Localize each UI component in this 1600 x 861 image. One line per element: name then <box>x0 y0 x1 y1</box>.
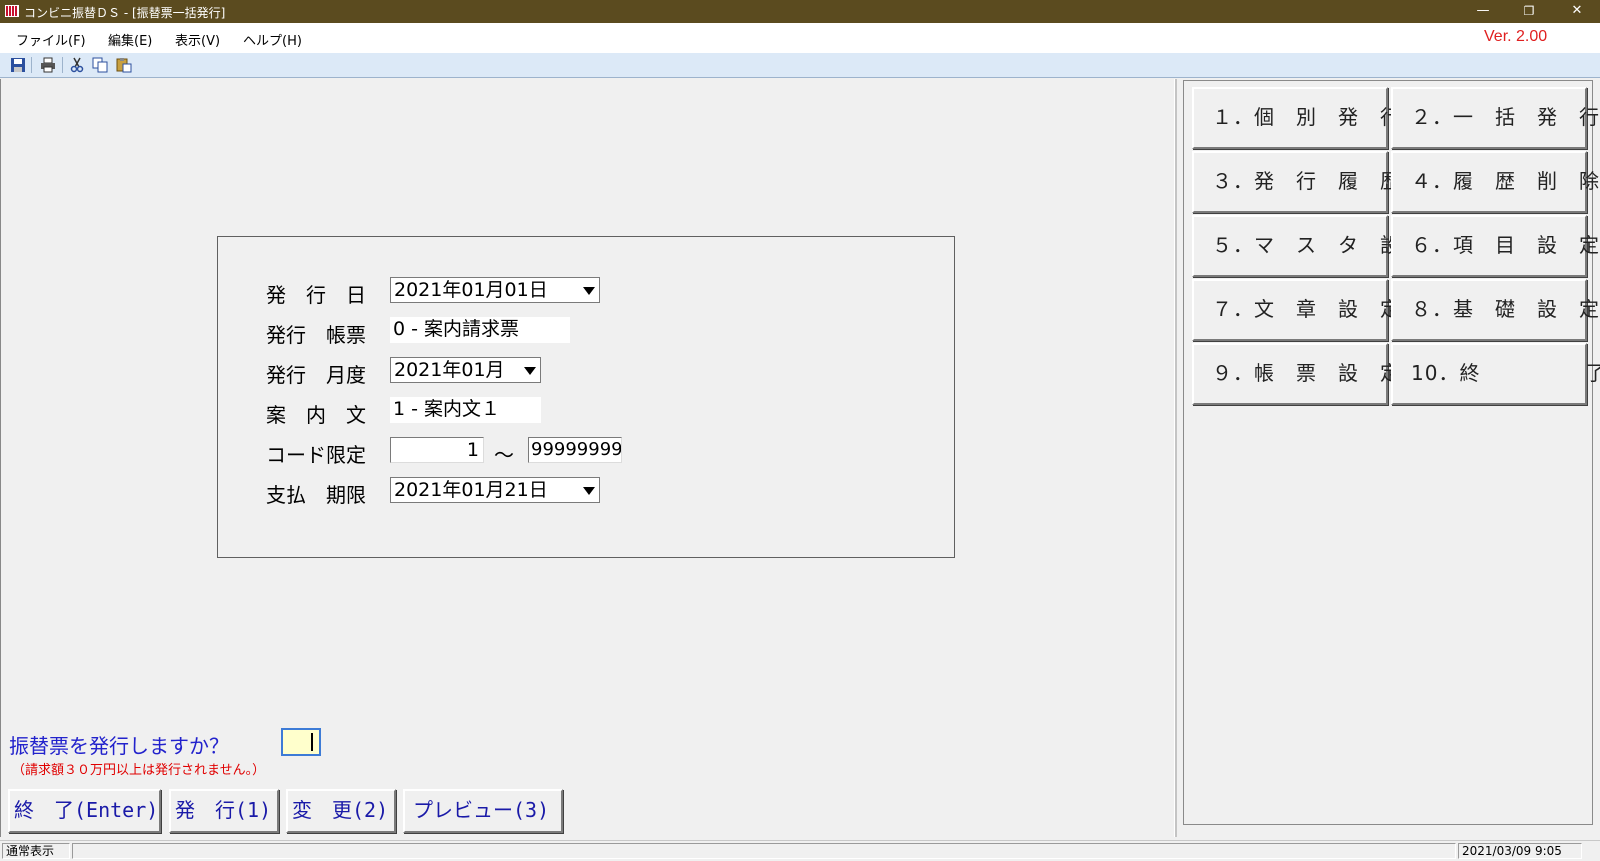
code-from-input[interactable]: 1 <box>390 437 484 463</box>
version-label: Ver. 2.00 <box>1484 28 1548 45</box>
title-bar: コンビニ振替ＤＳ - [振替票一括発行] — ❐ ✕ <box>0 0 1600 23</box>
basic-settings-button[interactable]: ８．基 礎 設 定 <box>1391 279 1599 341</box>
guide-text-field[interactable]: 1 - 案内文１ <box>390 397 541 423</box>
code-to-input[interactable]: 99999999 <box>528 437 622 463</box>
function-menu-panel: １．個 別 発 行 ２．一 括 発 行 ３．発 行 履 歴 ４．履 歴 削 除 … <box>1183 80 1600 825</box>
month-combo[interactable]: 2021年01月 <box>390 357 541 383</box>
splitter <box>1174 79 1177 837</box>
guide-text-value: 1 - 案内文１ <box>393 398 501 420</box>
form-type-field[interactable]: 0 - 案内請求票 <box>390 317 570 343</box>
text-caret <box>311 733 313 751</box>
chevron-down-icon[interactable] <box>579 478 599 502</box>
code-limit-label: コード限定 <box>266 443 366 467</box>
issue-history-button[interactable]: ３．発 行 履 歴 <box>1192 151 1400 213</box>
menu-help[interactable]: ヘルプ(H) <box>243 30 302 49</box>
range-separator: ～ <box>494 443 514 467</box>
issue-date-combo[interactable]: 2021年01月01日 <box>390 277 600 303</box>
cut-icon[interactable] <box>69 57 85 73</box>
paste-icon[interactable] <box>116 57 132 73</box>
form-settings-button[interactable]: ９．帳 票 設 定 <box>1192 343 1400 405</box>
close-button[interactable]: ✕ <box>1554 0 1600 23</box>
issue-date-label: 発 行 日 <box>266 283 366 307</box>
status-bar: 通常表示 2021/03/09 9:05 <box>0 840 1600 861</box>
due-date-label: 支払 期限 <box>266 483 366 507</box>
toolbar-separator <box>31 57 32 73</box>
issue-limit-note: （請求額３０万円以上は発行されません。） <box>12 763 266 778</box>
minimize-button[interactable]: — <box>1460 0 1506 23</box>
guide-text-label: 案 内 文 <box>266 403 366 427</box>
form-type-label: 発行 帳票 <box>266 323 366 347</box>
menu-bar: ファイル(F) 編集(E) 表示(V) ヘルプ(H) Ver. 2.00 <box>0 23 1600 53</box>
issue-date-value: 2021年01月01日 <box>394 279 548 301</box>
preview-button[interactable]: プレビュー(3) <box>403 789 563 833</box>
menu-file[interactable]: ファイル(F) <box>16 30 86 49</box>
menu-view[interactable]: 表示(V) <box>175 30 220 49</box>
history-delete-button[interactable]: ４．履 歴 削 除 <box>1391 151 1599 213</box>
master-settings-button[interactable]: ５．マ ス タ 設 定 <box>1192 215 1442 277</box>
change-button[interactable]: 変 更(2) <box>286 789 396 833</box>
code-to-value: 99999999 <box>531 439 622 460</box>
issue-confirm-question: 振替票を発行しますか？ <box>9 734 229 758</box>
exit-button[interactable]: 10．終 了 <box>1391 343 1600 405</box>
restore-button[interactable]: ❐ <box>1506 0 1552 23</box>
save-icon[interactable] <box>10 57 26 73</box>
toolbar-separator <box>62 57 63 73</box>
print-icon[interactable] <box>40 57 56 73</box>
toolbar <box>0 53 1600 78</box>
individual-issue-button[interactable]: １．個 別 発 行 <box>1192 87 1400 149</box>
display-mode-status: 通常表示 <box>2 843 70 859</box>
menu-edit[interactable]: 編集(E) <box>108 30 152 49</box>
datetime-status: 2021/03/09 9:05 <box>1458 843 1582 859</box>
bulk-issue-button[interactable]: ２．一 括 発 行 <box>1391 87 1599 149</box>
form-type-value: 0 - 案内請求票 <box>393 318 520 340</box>
issue-form-panel: 発 行 日 2021年01月01日 発行 帳票 0 - 案内請求票 発行 月度 … <box>217 236 955 558</box>
code-from-value: 1 <box>466 439 479 461</box>
window-title: コンビニ振替ＤＳ - [振替票一括発行] <box>24 6 226 20</box>
issue-button[interactable]: 発 行(1) <box>169 789 279 833</box>
text-settings-button[interactable]: ７．文 章 設 定 <box>1192 279 1400 341</box>
item-settings-button[interactable]: ６．項 目 設 定 <box>1391 215 1599 277</box>
month-label: 発行 月度 <box>266 363 366 387</box>
status-message <box>72 843 1456 859</box>
month-value: 2021年01月 <box>394 359 505 381</box>
due-date-value: 2021年01月21日 <box>394 479 548 501</box>
due-date-combo[interactable]: 2021年01月21日 <box>390 477 600 503</box>
chevron-down-icon[interactable] <box>579 278 599 302</box>
end-button[interactable]: 終 了(Enter) <box>8 789 161 833</box>
copy-icon[interactable] <box>92 57 108 73</box>
chevron-down-icon[interactable] <box>520 358 540 382</box>
app-icon[interactable] <box>5 5 19 17</box>
confirm-answer-input[interactable] <box>281 728 321 756</box>
